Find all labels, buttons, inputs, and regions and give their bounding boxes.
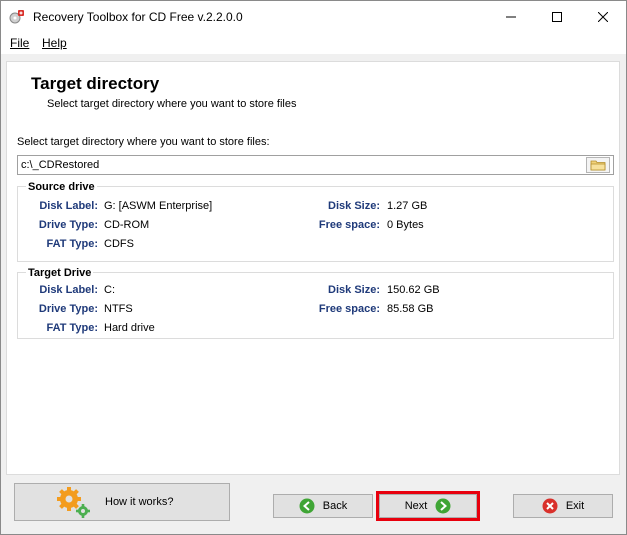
menu-help[interactable]: Help bbox=[42, 36, 67, 50]
page-subtitle: Select target directory where you want t… bbox=[47, 98, 297, 110]
source-fat-type-value: CDFS bbox=[104, 238, 134, 250]
close-icon bbox=[598, 11, 608, 22]
target-drive-type-value: NTFS bbox=[104, 303, 133, 315]
exit-x-icon bbox=[542, 498, 558, 514]
title-bar[interactable]: Recovery Toolbox for CD Free v.2.2.0.0 bbox=[1, 1, 626, 32]
source-free-space-value: 0 Bytes bbox=[387, 219, 424, 231]
target-free-space-value: 85.58 GB bbox=[387, 303, 434, 315]
how-it-works-button[interactable]: How it works? bbox=[14, 483, 230, 521]
menu-file[interactable]: File bbox=[10, 36, 29, 50]
minimize-icon bbox=[506, 16, 516, 17]
source-free-space-label: Free space: bbox=[318, 219, 380, 231]
browse-folder-button[interactable] bbox=[586, 157, 610, 173]
target-drive-title: Target Drive bbox=[26, 267, 94, 279]
maximize-button[interactable] bbox=[534, 1, 580, 32]
exit-button[interactable]: Exit bbox=[513, 494, 613, 518]
maximize-icon bbox=[552, 11, 562, 22]
target-fat-type-label: FAT Type: bbox=[46, 322, 98, 334]
minimize-button[interactable] bbox=[488, 1, 534, 32]
back-label: Back bbox=[322, 500, 348, 512]
target-disk-label-label: Disk Label: bbox=[39, 284, 98, 296]
source-fat-type-label: FAT Type: bbox=[46, 238, 98, 250]
next-button-highlight bbox=[376, 491, 480, 521]
menu-bar: File Help bbox=[1, 32, 626, 54]
app-icon bbox=[9, 10, 24, 24]
target-drive-group: Target Drive Disk Label: C: Drive Type: … bbox=[17, 267, 614, 339]
source-disk-size-label: Disk Size: bbox=[328, 200, 380, 212]
close-button[interactable] bbox=[580, 1, 626, 32]
target-fat-type-value: Hard drive bbox=[104, 322, 155, 334]
target-directory-input[interactable] bbox=[17, 155, 614, 175]
arrow-left-icon bbox=[299, 498, 315, 514]
source-disk-label-label: Disk Label: bbox=[39, 200, 98, 212]
target-drive-type-label: Drive Type: bbox=[38, 303, 98, 315]
target-disk-size-value: 150.62 GB bbox=[387, 284, 440, 296]
source-drive-type-value: CD-ROM bbox=[104, 219, 150, 231]
app-window: Recovery Toolbox for CD Free v.2.2.0.0 F… bbox=[0, 0, 627, 535]
wizard-page: Target directory Select target directory… bbox=[6, 61, 620, 475]
gears-icon bbox=[57, 487, 90, 518]
exit-label: Exit bbox=[565, 500, 585, 512]
target-directory-prompt: Select target directory where you want t… bbox=[17, 136, 270, 148]
source-drive-type-label: Drive Type: bbox=[38, 219, 98, 231]
menu-help-label: Help bbox=[42, 36, 67, 50]
target-free-space-label: Free space: bbox=[318, 303, 380, 315]
source-disk-size-value: 1.27 GB bbox=[387, 200, 428, 212]
target-disk-label-value: C: bbox=[104, 284, 115, 296]
window-title: Recovery Toolbox for CD Free v.2.2.0.0 bbox=[33, 10, 243, 24]
how-it-works-label: How it works? bbox=[105, 496, 174, 508]
menu-file-label: File bbox=[10, 36, 30, 50]
folder-icon bbox=[590, 160, 606, 171]
target-disk-size-label: Disk Size: bbox=[328, 284, 380, 296]
source-drive-title: Source drive bbox=[26, 181, 97, 193]
source-drive-group: Source drive Disk Label: G: [ASWM Enterp… bbox=[17, 181, 614, 262]
page-title: Target directory bbox=[31, 74, 160, 93]
back-button[interactable]: Back bbox=[273, 494, 373, 518]
source-disk-label-value: G: [ASWM Enterprise] bbox=[104, 200, 213, 212]
